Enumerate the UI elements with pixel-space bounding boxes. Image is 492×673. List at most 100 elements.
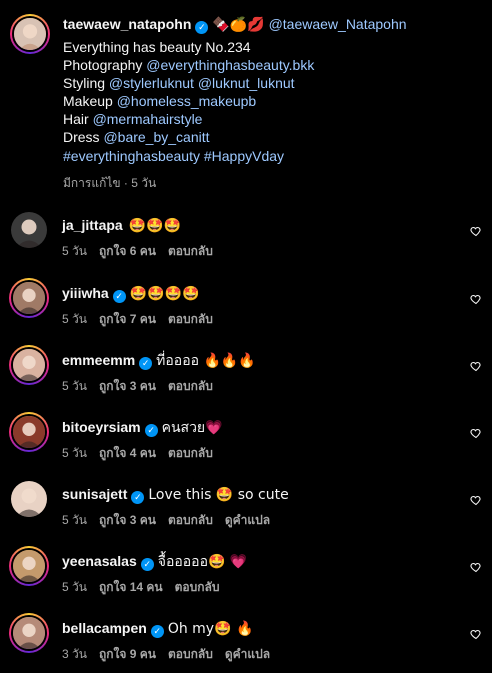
commenter-avatar[interactable] <box>11 481 47 517</box>
reply-button[interactable]: ตอบกลับ <box>168 312 213 326</box>
reply-button[interactable]: ตอบกลับ <box>168 513 213 527</box>
heart-outline-icon <box>470 562 481 573</box>
caption-header: taewaew_natapohn ✓ 🍫🍊💋 @taewaew_Natapohn <box>63 14 407 36</box>
verified-badge-icon: ✓ <box>150 625 164 638</box>
commenter-username[interactable]: yiiiwha <box>62 285 109 301</box>
caption-link[interactable]: @homeless_makeupb <box>117 93 257 109</box>
caption-link[interactable]: @bare_by_canitt <box>103 129 209 145</box>
commenter-username[interactable]: bitoeyrsiam <box>62 419 141 435</box>
comment-time: 3 วัน <box>62 647 87 661</box>
comment-body: ja_jittapa 🤩🤩🤩 <box>62 216 181 235</box>
comment-text: Oh my🤩 🔥 <box>167 621 254 637</box>
verified-badge-icon: ✓ <box>131 491 145 504</box>
caption-hashtags[interactable]: #everythinghasbeauty #HappyVday <box>63 148 284 164</box>
comment-row: sunisajett ✓ Love this 🤩 so cute 5 วัน ถูกใจ… <box>0 479 492 539</box>
heart-outline-icon <box>470 495 481 506</box>
comment-time: 5 วัน <box>62 244 87 258</box>
commenter-avatar[interactable] <box>9 278 49 318</box>
caption-link[interactable]: @stylerluknut @luknut_luknut <box>109 75 295 91</box>
like-heart-icon[interactable] <box>470 627 482 640</box>
caption-link[interactable]: @everythinghasbeauty.bkk <box>146 57 314 73</box>
comment-time: 5 วัน <box>62 446 87 460</box>
caption-line: Dress @bare_by_canitt <box>63 129 210 145</box>
commenter-avatar-image <box>13 282 45 314</box>
comment-row: bellacampen ✓ Oh my🤩 🔥 3 วัน ถูกใจ 9 คน ตอบกล… <box>0 613 492 673</box>
caption-line: #everythinghasbeauty #HappyVday <box>63 146 284 167</box>
caption-mention[interactable]: @taewaew_Natapohn <box>269 16 407 32</box>
commenter-avatar-image <box>13 617 45 649</box>
reply-button[interactable]: ตอบกลับ <box>168 244 213 258</box>
caption-link[interactable]: @mermahairstyle <box>93 111 203 127</box>
caption-edited-meta: มีการแก้ไข · 5 วัน <box>63 176 157 190</box>
commenter-avatar[interactable] <box>9 613 49 653</box>
commenter-username[interactable]: yeenasalas <box>62 553 137 569</box>
commenter-avatar-image <box>13 349 45 381</box>
like-heart-icon[interactable] <box>470 493 482 506</box>
comment-body: emmeemm ✓ ที่ออออ 🔥🔥🔥 <box>62 351 256 370</box>
like-heart-icon[interactable] <box>470 560 482 573</box>
comment-likes-count[interactable]: ถูกใจ 3 คน <box>99 513 156 527</box>
like-heart-icon[interactable] <box>470 292 482 305</box>
commenter-avatar[interactable] <box>11 212 47 248</box>
heart-outline-icon <box>470 361 481 372</box>
reply-button[interactable]: ตอบกลับ <box>168 647 213 661</box>
reply-button[interactable]: ตอบกลับ <box>168 379 213 393</box>
reply-button[interactable]: ตอบกลับ <box>168 446 213 460</box>
verified-badge-icon: ✓ <box>140 558 154 571</box>
comment-body: yiiiwha ✓ 🤩🤩🤩🤩 <box>62 284 199 303</box>
commenter-avatar-image <box>11 481 47 517</box>
comment-likes-count[interactable]: ถูกใจ 14 คน <box>99 580 163 594</box>
heart-outline-icon <box>470 629 481 640</box>
comment-likes-count[interactable]: ถูกใจ 6 คน <box>99 244 156 258</box>
commenter-username[interactable]: ja_jittapa <box>62 217 123 233</box>
comment-likes-count[interactable]: ถูกใจ 3 คน <box>99 379 156 393</box>
comment-time: 5 วัน <box>62 312 87 326</box>
see-translation-button[interactable]: ดูคำแปล <box>225 513 270 527</box>
commenter-avatar[interactable] <box>9 345 49 385</box>
comment-time: 5 วัน <box>62 580 87 594</box>
comment-row: emmeemm ✓ ที่ออออ 🔥🔥🔥 5 วัน ถูกใจ 3 คน ตอบกลั… <box>0 345 492 405</box>
author-avatar[interactable] <box>10 14 50 54</box>
comment-text: 🤩🤩🤩 <box>128 218 181 234</box>
comment-meta: 3 วัน ถูกใจ 9 คน ตอบกลับ ดูคำแปล <box>62 645 282 664</box>
commenter-avatar-image <box>13 416 45 448</box>
verified-badge-icon: ✓ <box>139 357 153 370</box>
reply-button[interactable]: ตอบกลับ <box>175 580 220 594</box>
comment-meta: 5 วัน ถูกใจ 7 คน ตอบกลับ <box>62 310 225 329</box>
commenter-avatar[interactable] <box>9 546 49 586</box>
comment-likes-count[interactable]: ถูกใจ 4 คน <box>99 446 156 460</box>
heart-outline-icon <box>470 294 481 305</box>
comment-text: จื้อออออ🤩 💗 <box>157 554 248 570</box>
commenter-username[interactable]: emmeemm <box>62 352 135 368</box>
commenter-avatar-image <box>13 550 45 582</box>
verified-badge-icon: ✓ <box>144 424 158 437</box>
comment-meta: 5 วัน ถูกใจ 6 คน ตอบกลับ <box>62 242 225 261</box>
comment-body: bellacampen ✓ Oh my🤩 🔥 <box>62 619 253 638</box>
verified-badge-icon: ✓ <box>112 290 126 303</box>
heart-outline-icon <box>470 226 481 237</box>
comment-likes-count[interactable]: ถูกใจ 7 คน <box>99 312 156 326</box>
like-heart-icon[interactable] <box>470 426 482 439</box>
comment-row: bitoeyrsiam ✓ คนสวย💗 5 วัน ถูกใจ 4 คน ตอบกลับ <box>0 412 492 472</box>
comment-text: 🤩🤩🤩🤩 <box>129 286 200 302</box>
comment-row: ja_jittapa 🤩🤩🤩 5 วัน ถูกใจ 6 คน ตอบกลับ <box>0 210 492 270</box>
commenter-avatar[interactable] <box>9 412 49 452</box>
comment-body: bitoeyrsiam ✓ คนสวย💗 <box>62 418 223 437</box>
comment-text: Love this 🤩 so cute <box>148 487 289 503</box>
comment-meta: 5 วัน ถูกใจ 3 คน ตอบกลับ ดูคำแปล <box>62 511 282 530</box>
verified-badge-icon: ✓ <box>195 21 209 34</box>
commenter-username[interactable]: sunisajett <box>62 486 127 502</box>
comment-text: คนสวย💗 <box>161 420 223 436</box>
comment-time: 5 วัน <box>62 513 87 527</box>
comment-body: sunisajett ✓ Love this 🤩 so cute <box>62 485 289 504</box>
comment-row: yeenasalas ✓ จื้อออออ🤩 💗 5 วัน ถูกใจ 14 คน ตอ… <box>0 546 492 606</box>
commenter-username[interactable]: bellacampen <box>62 620 147 636</box>
like-heart-icon[interactable] <box>470 359 482 372</box>
comment-likes-count[interactable]: ถูกใจ 9 คน <box>99 647 156 661</box>
author-avatar-image <box>14 18 46 50</box>
like-heart-icon[interactable] <box>470 224 482 237</box>
author-username[interactable]: taewaew_natapohn <box>63 16 191 32</box>
comment-text: ที่ออออ 🔥🔥🔥 <box>156 353 256 369</box>
caption-emoji: 🍫🍊💋 <box>212 17 265 33</box>
see-translation-button[interactable]: ดูคำแปล <box>225 647 270 661</box>
